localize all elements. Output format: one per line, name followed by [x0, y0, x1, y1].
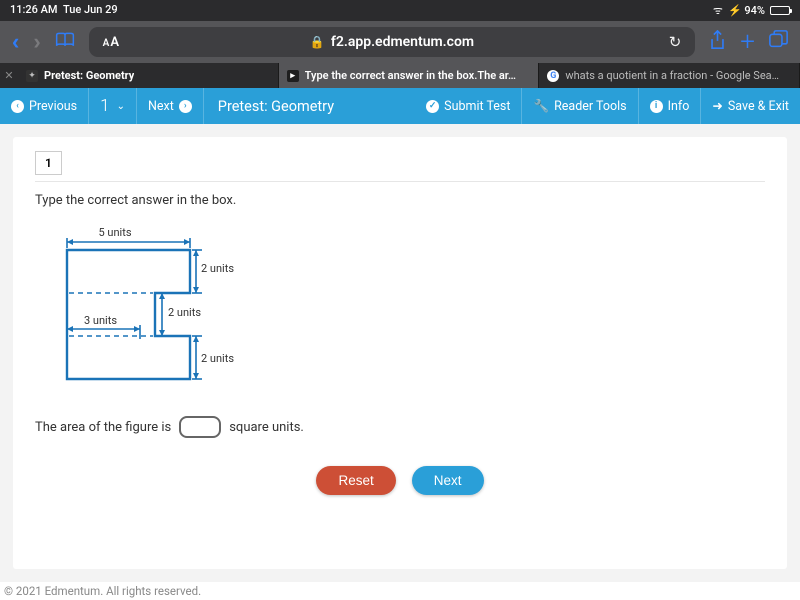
check-icon: ✓	[426, 100, 439, 113]
geometry-figure: 5 units 2 units 2 units 3 units 2 units	[35, 224, 765, 398]
bookmarks-icon[interactable]	[55, 32, 75, 53]
browser-nav-bar: ‹ › AA 🔒 f2.app.edmentum.com ↻ +	[0, 21, 800, 63]
dim-right2: 2 units	[201, 352, 234, 365]
reader-tools-button[interactable]: 🔧 Reader Tools	[522, 88, 638, 124]
app-toolbar: ‹ Previous 1⌄ Next › Pretest: Geometry ✓…	[0, 88, 800, 124]
exit-icon: ➜	[712, 98, 722, 114]
question-number-box: 1	[35, 151, 62, 175]
previous-label: Previous	[29, 99, 77, 114]
forward-button[interactable]: ›	[33, 29, 40, 55]
next-button[interactable]: Next ›	[137, 88, 204, 124]
answer-input[interactable]	[179, 416, 221, 438]
answer-prompt-left: The area of the figure is	[35, 420, 171, 435]
text-size-button[interactable]: AA	[103, 35, 120, 50]
reset-button[interactable]: Reset	[316, 466, 395, 495]
submit-test-button[interactable]: ✓ Submit Test	[415, 88, 522, 124]
status-time: 11:26 AM	[10, 3, 58, 16]
browser-tab-strip: ✕ ✦ Pretest: Geometry ▸ Type the correct…	[0, 63, 800, 88]
share-button[interactable]	[709, 30, 726, 55]
answer-line: The area of the figure is square units.	[35, 416, 765, 438]
previous-button[interactable]: ‹ Previous	[0, 88, 89, 124]
browser-tab-1[interactable]: ✦ Pretest: Geometry	[18, 63, 279, 88]
dim-right1: 2 units	[201, 262, 234, 275]
status-right: ᯤ ⚡ 94%	[713, 3, 790, 18]
question-selector[interactable]: 1⌄	[89, 88, 137, 124]
dim-mid-w: 3 units	[84, 314, 117, 327]
tab-title: Type the correct answer in the box.The a…	[305, 69, 516, 82]
ios-status-bar: 11:26 AM Tue Jun 29 ᯤ ⚡ 94%	[0, 0, 800, 21]
answer-prompt-right: square units.	[229, 420, 304, 435]
tab-title: Pretest: Geometry	[44, 69, 134, 82]
wifi-icon: ᯤ	[713, 3, 723, 18]
chevron-down-icon: ⌄	[117, 101, 125, 112]
close-tab-button[interactable]: ✕	[0, 63, 18, 88]
info-label: Info	[668, 99, 690, 114]
button-row: Reset Next	[35, 466, 765, 495]
google-favicon-icon	[547, 70, 559, 82]
footer-text: © 2021 Edmentum. All rights reserved.	[0, 582, 800, 600]
lock-icon: 🔒	[310, 35, 325, 49]
reader-label: Reader Tools	[554, 99, 627, 114]
brainly-favicon-icon: ▸	[287, 70, 299, 82]
previous-arrow-icon: ‹	[11, 100, 24, 113]
info-button[interactable]: i Info	[639, 88, 702, 124]
content-area: 1 Type the correct answer in the box. 5 …	[0, 124, 800, 582]
page-title: Pretest: Geometry	[204, 88, 415, 124]
back-button[interactable]: ‹	[12, 29, 19, 55]
browser-tab-2[interactable]: ▸ Type the correct answer in the box.The…	[279, 63, 540, 88]
wrench-icon: 🔧	[533, 99, 549, 114]
next-question-button[interactable]: Next	[412, 466, 484, 495]
status-date: Tue Jun 29	[63, 3, 118, 16]
submit-label: Submit Test	[444, 99, 510, 114]
question-number: 1	[100, 96, 109, 116]
battery-icon	[770, 6, 790, 15]
question-card: 1 Type the correct answer in the box. 5 …	[13, 137, 787, 569]
status-left: 11:26 AM Tue Jun 29	[10, 3, 118, 18]
battery-percent: ⚡ 94%	[728, 4, 765, 17]
reload-icon[interactable]: ↻	[669, 33, 682, 51]
dim-top: 5 units	[99, 226, 132, 239]
tab-title: whats a quotient in a fraction - Google …	[565, 69, 779, 82]
browser-tab-3[interactable]: whats a quotient in a fraction - Google …	[539, 63, 800, 88]
save-exit-button[interactable]: ➜ Save & Exit	[701, 88, 800, 124]
url-text: f2.app.edmentum.com	[331, 34, 474, 50]
info-icon: i	[650, 100, 663, 113]
new-tab-button[interactable]: +	[740, 27, 755, 57]
url-bar[interactable]: AA 🔒 f2.app.edmentum.com ↻	[89, 27, 696, 57]
next-arrow-icon: ›	[179, 100, 192, 113]
question-instruction: Type the correct answer in the box.	[35, 193, 765, 208]
tabs-button[interactable]	[769, 30, 788, 54]
save-exit-label: Save & Exit	[728, 99, 789, 114]
next-label: Next	[148, 99, 174, 114]
question-number-row: 1	[35, 151, 765, 182]
dim-mid-h: 2 units	[168, 306, 201, 319]
edmentum-favicon-icon: ✦	[26, 70, 38, 82]
